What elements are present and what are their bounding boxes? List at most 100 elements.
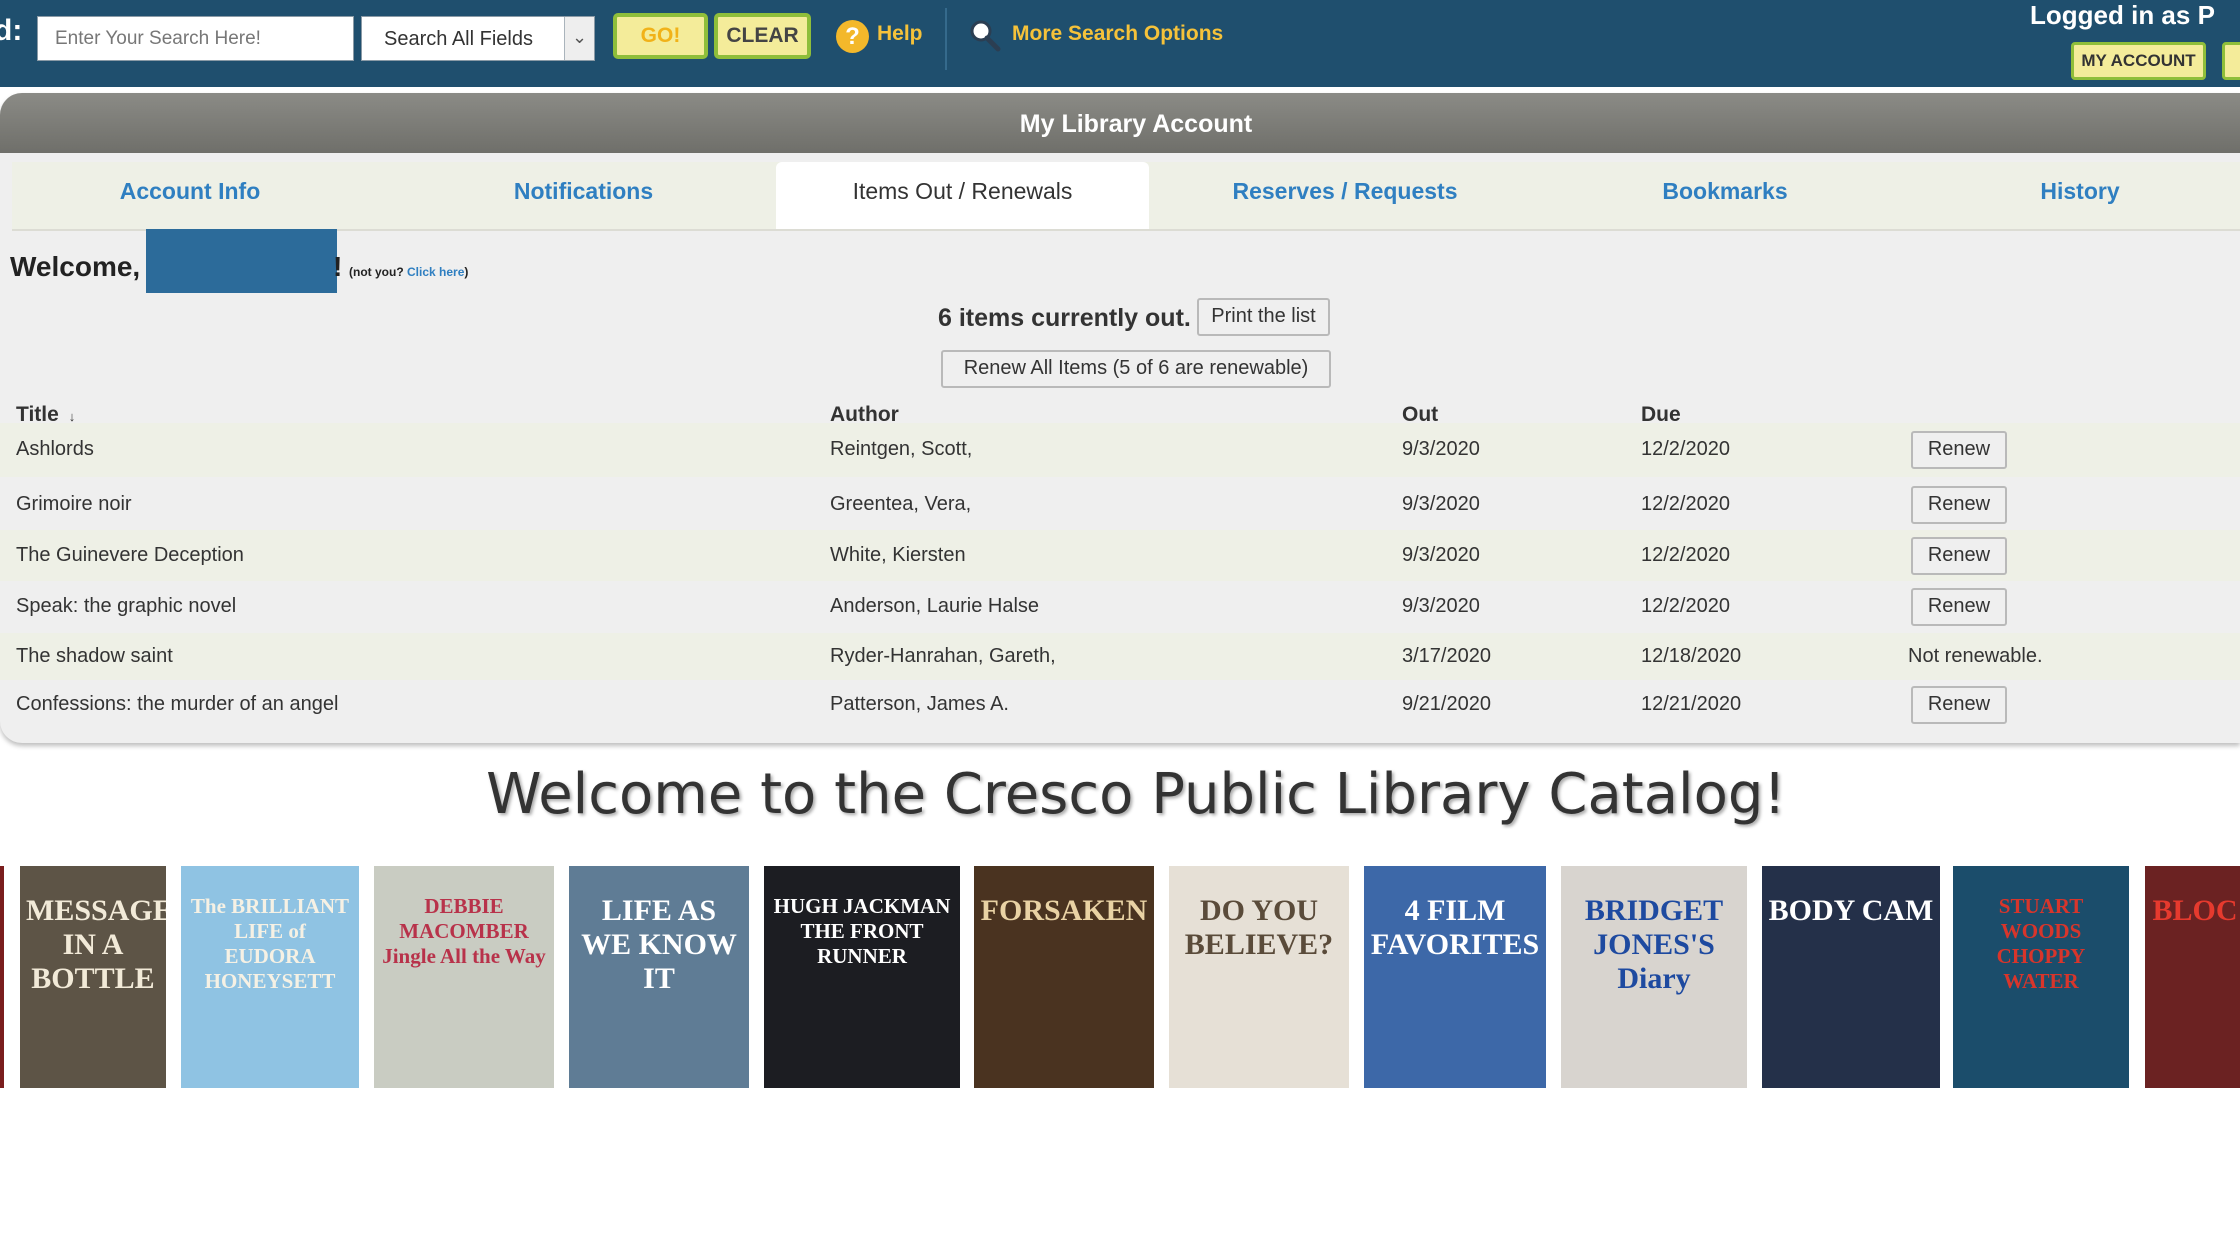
item-out-date: 9/21/2020 bbox=[1402, 693, 1491, 715]
tab-bookmarks[interactable]: Bookmarks bbox=[1542, 162, 1908, 230]
item-title: Grimoire noir bbox=[16, 493, 132, 515]
book-cover-title: BRIDGET JONES'S Diary bbox=[1584, 894, 1724, 995]
find-label: d: bbox=[0, 14, 23, 47]
divider bbox=[945, 8, 947, 70]
item-due-date: 12/18/2020 bbox=[1641, 645, 1742, 667]
search-input[interactable] bbox=[37, 16, 354, 61]
book-cover[interactable]: STUART WOODS CHOPPY WATER bbox=[1953, 866, 2129, 1088]
tab-items-out-renewals[interactable]: Items Out / Renewals bbox=[776, 162, 1149, 230]
account-tabs: Account Info Notifications Items Out / R… bbox=[12, 162, 2240, 230]
top-search-bar: d: Search All Fields ⌄ GO! CLEAR ? Help … bbox=[0, 0, 2240, 87]
panel-title: My Library Account bbox=[1019, 110, 1253, 138]
book-cover[interactable]: DO YOU BELIEVE? bbox=[1169, 866, 1349, 1088]
catalog-welcome-title: Welcome to the Cresco Public Library Cat… bbox=[486, 762, 1786, 827]
renew-button[interactable]: Renew bbox=[1911, 431, 2007, 469]
item-out-date: 9/3/2020 bbox=[1402, 438, 1480, 460]
book-cover-title: HUGH JACKMAN THE FRONT RUNNER bbox=[773, 894, 951, 968]
book-cover[interactable]: FORSAKEN bbox=[974, 866, 1154, 1088]
table-row: Confessions: the murder of an angel Patte… bbox=[0, 680, 2240, 730]
renew-button[interactable]: Renew bbox=[1911, 686, 2007, 724]
book-cover-title: BLOC bbox=[2152, 894, 2238, 927]
tab-history[interactable]: History bbox=[1915, 162, 2240, 230]
item-out-date: 9/3/2020 bbox=[1402, 595, 1480, 617]
logout-button[interactable] bbox=[2222, 42, 2240, 80]
book-cover-title: BODY CAM bbox=[1768, 894, 1934, 927]
logged-in-status: Logged in as P bbox=[2030, 0, 2215, 30]
help-link[interactable]: Help bbox=[877, 22, 923, 46]
renew-button[interactable]: Renew bbox=[1911, 537, 2007, 575]
panel-header: My Library Account bbox=[0, 93, 2240, 153]
welcome-text: Welcome, bbox=[10, 251, 141, 282]
click-here-link[interactable]: Click here bbox=[407, 265, 464, 279]
book-cover[interactable]: BODY CAM bbox=[1762, 866, 1940, 1088]
book-cover-title: STUART WOODS CHOPPY WATER bbox=[1996, 894, 2086, 993]
tab-account-info[interactable]: Account Info bbox=[12, 162, 368, 230]
account-panel: My Library Account Account Info Notifica… bbox=[0, 93, 2240, 743]
item-out-date: 3/17/2020 bbox=[1402, 645, 1491, 667]
book-cover-title: 4 FILM FAVORITES bbox=[1370, 894, 1540, 961]
book-cover-title: FORSAKEN bbox=[980, 894, 1148, 927]
tabs-divider bbox=[12, 229, 2240, 231]
not-you-close: ) bbox=[464, 265, 469, 279]
user-name-redacted bbox=[146, 229, 337, 293]
item-author: Ryder-Hanrahan, Gareth, bbox=[830, 645, 1056, 667]
item-out-date: 9/3/2020 bbox=[1402, 493, 1480, 515]
sort-arrow-icon[interactable]: ↓ bbox=[69, 409, 76, 424]
item-author: Anderson, Laurie Halse bbox=[830, 595, 1040, 617]
clear-button[interactable]: CLEAR bbox=[714, 13, 811, 59]
book-cover[interactable] bbox=[0, 866, 4, 1088]
items-out-count: 6 items currently out. bbox=[938, 304, 1191, 332]
chevron-down-icon[interactable]: ⌄ bbox=[564, 17, 594, 60]
book-cover-title: The BRILLIANT LIFE of EUDORA HONEYSETT bbox=[190, 894, 350, 993]
go-button[interactable]: GO! bbox=[613, 13, 708, 59]
more-search-options-link[interactable]: More Search Options bbox=[1012, 22, 1223, 46]
item-title: Speak: the graphic novel bbox=[16, 595, 237, 617]
my-account-button[interactable]: MY ACCOUNT bbox=[2071, 42, 2206, 80]
item-author: Reintgen, Scott, bbox=[830, 438, 973, 460]
item-title: Confessions: the murder of an angel bbox=[16, 693, 339, 715]
welcome-exclamation: ! bbox=[333, 251, 343, 282]
not-you-text: (not you? Click here) bbox=[349, 265, 468, 279]
book-cover-title: MESSAGE IN A BOTTLE bbox=[26, 894, 166, 995]
search-field-select[interactable]: Search All Fields ⌄ bbox=[361, 16, 595, 61]
book-cover[interactable]: HUGH JACKMAN THE FRONT RUNNER bbox=[764, 866, 960, 1088]
table-row: The shadow saint Ryder-Hanrahan, Gareth, 3… bbox=[0, 633, 2240, 680]
table-row: Ashlords Reintgen, Scott, 9/3/2020 12/2/202… bbox=[0, 423, 2240, 477]
book-cover[interactable]: The BRILLIANT LIFE of EUDORA HONEYSETT bbox=[181, 866, 359, 1088]
book-cover[interactable]: BLOC bbox=[2145, 866, 2240, 1088]
book-cover[interactable]: MESSAGE IN A BOTTLE bbox=[20, 866, 166, 1088]
item-author: Patterson, James A. bbox=[830, 693, 1009, 715]
item-due-date: 12/2/2020 bbox=[1641, 493, 1730, 515]
help-icon[interactable]: ? bbox=[836, 20, 869, 53]
tab-notifications[interactable]: Notifications bbox=[382, 162, 785, 230]
book-cover[interactable]: LIFE AS WE KNOW IT bbox=[569, 866, 749, 1088]
item-title: The Guinevere Deception bbox=[16, 544, 244, 566]
item-due-date: 12/2/2020 bbox=[1641, 595, 1730, 617]
book-cover[interactable]: 4 FILM FAVORITES bbox=[1364, 866, 1546, 1088]
renew-button[interactable]: Renew bbox=[1911, 588, 2007, 626]
table-row: Speak: the graphic novel Anderson, Laurie… bbox=[0, 581, 2240, 633]
item-title: Ashlords bbox=[16, 438, 94, 460]
renew-button[interactable]: Renew bbox=[1911, 486, 2007, 524]
book-cover-title: LIFE AS WE KNOW IT bbox=[581, 894, 737, 995]
not-you-label: (not you? bbox=[349, 265, 404, 279]
item-out-date: 9/3/2020 bbox=[1402, 544, 1480, 566]
item-title: The shadow saint bbox=[16, 645, 173, 667]
book-cover[interactable]: BRIDGET JONES'S Diary bbox=[1561, 866, 1747, 1088]
item-due-date: 12/21/2020 bbox=[1641, 693, 1742, 715]
featured-covers-carousel: MESSAGE IN A BOTTLE The BRILLIANT LIFE of… bbox=[0, 866, 2240, 1088]
renew-all-button[interactable]: Renew All Items (5 of 6 are renewable) bbox=[941, 350, 1331, 388]
tab-reserves-requests[interactable]: Reserves / Requests bbox=[1154, 162, 1536, 230]
item-author: Greentea, Vera, bbox=[830, 493, 972, 515]
search-field-select-value: Search All Fields bbox=[384, 28, 533, 50]
book-cover-title: DEBBIE MACOMBER Jingle All the Way bbox=[382, 894, 546, 968]
book-cover-title: DO YOU BELIEVE? bbox=[1184, 894, 1334, 961]
not-renewable-text: Not renewable. bbox=[1908, 645, 2043, 667]
print-list-button[interactable]: Print the list bbox=[1197, 298, 1330, 336]
item-due-date: 12/2/2020 bbox=[1641, 544, 1730, 566]
item-author: White, Kiersten bbox=[830, 544, 966, 566]
magnifier-icon[interactable] bbox=[968, 18, 1002, 52]
table-row: Grimoire noir Greentea, Vera, 9/3/2020 12/2… bbox=[0, 479, 2240, 530]
table-row: The Guinevere Deception White, Kiersten 9/… bbox=[0, 530, 2240, 581]
book-cover[interactable]: DEBBIE MACOMBER Jingle All the Way bbox=[374, 866, 554, 1088]
